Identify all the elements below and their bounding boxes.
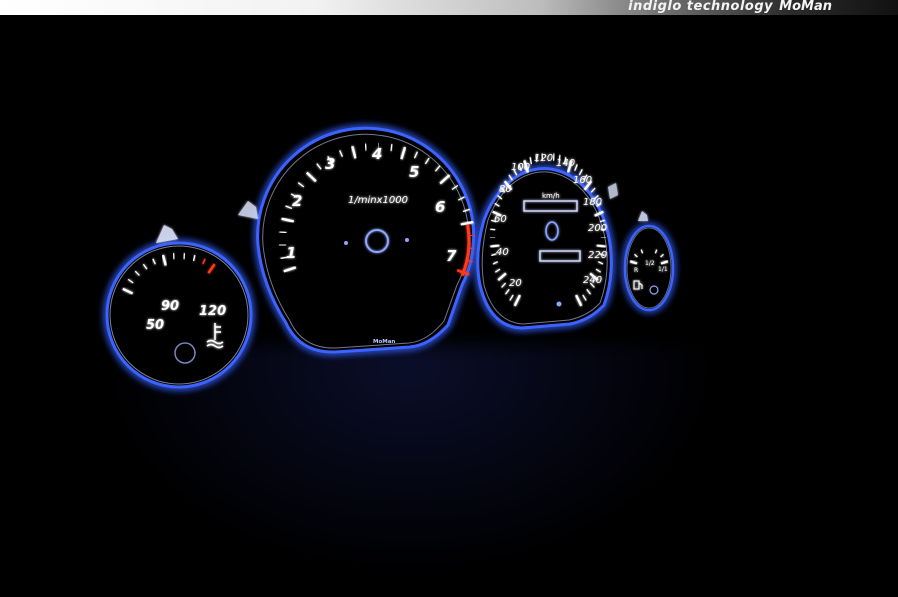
temp-tick xyxy=(183,253,186,260)
tachometer-unit: 1/minx1000 xyxy=(348,195,408,206)
speed-label-40: 40 xyxy=(496,247,509,258)
tachometer-tab xyxy=(238,201,258,219)
tachometer-label-2: 2 xyxy=(292,192,302,210)
speed-label-220: 220 xyxy=(588,250,607,261)
speed-label-200: 200 xyxy=(588,223,607,234)
speed-label-100: 100 xyxy=(511,162,530,173)
speed-label-60: 60 xyxy=(494,214,507,225)
top-banner: indiglo technology MoMan xyxy=(0,0,898,15)
speed-label-180: 180 xyxy=(583,197,602,208)
speed-tick xyxy=(596,244,606,248)
temperature-gauge-tab xyxy=(156,225,178,243)
speed-label-240: 240 xyxy=(583,275,602,286)
speedometer-unit: km/h xyxy=(542,192,560,200)
fuel-label-half: 1/2 xyxy=(645,260,655,267)
fuel-gauge-tab xyxy=(638,211,648,221)
speed-label-20: 20 xyxy=(509,278,522,289)
speed-label-120: 120 xyxy=(534,153,553,164)
tach-tick xyxy=(364,143,367,151)
speed-tick xyxy=(590,187,596,193)
fuel-gauge: R 1/2 1/1 xyxy=(623,211,675,312)
temperature-label-50: 50 xyxy=(146,318,164,333)
instrument-cluster-scene: 50 90 120 1 2 3 4 5 6 7 1/minx1000 MoMan… xyxy=(0,15,898,597)
brand-text: indiglo technology MoMan xyxy=(628,0,832,14)
tachometer-label-7: 7 xyxy=(446,247,457,265)
tachometer-label-1: 1 xyxy=(286,244,296,262)
brand-name: MoMan xyxy=(779,0,832,14)
speedometer: 20 40 60 80 100 120 140 160 180 200 220 … xyxy=(476,153,618,330)
temperature-label-120: 120 xyxy=(199,304,226,319)
tachometer-maker-logo: MoMan xyxy=(373,339,395,345)
temp-tick xyxy=(172,253,175,260)
tachometer-label-6: 6 xyxy=(435,198,445,216)
tachometer-label-3: 3 xyxy=(325,155,335,173)
temperature-gauge-bezel xyxy=(105,241,253,389)
temperature-gauge: 50 90 120 xyxy=(105,225,253,389)
speed-tick xyxy=(552,153,555,161)
fuel-label-reserve: R xyxy=(634,267,638,274)
tagline: indiglo technology xyxy=(628,0,774,14)
speed-tick xyxy=(490,228,496,231)
temperature-label-90: 90 xyxy=(161,299,179,314)
speed-tick xyxy=(529,157,533,165)
tachometer-label-4: 4 xyxy=(371,145,382,163)
tach-tick xyxy=(279,231,287,234)
tachometer: 1 2 3 4 5 6 7 1/minx1000 MoMan xyxy=(238,126,476,354)
fuel-label-full: 1/1 xyxy=(658,266,668,273)
speedometer-tab xyxy=(608,183,618,199)
instrument-cluster: 50 90 120 1 2 3 4 5 6 7 1/minx1000 MoMan… xyxy=(105,126,675,389)
speed-label-80: 80 xyxy=(499,184,512,195)
speed-label-160: 160 xyxy=(573,175,592,186)
tachometer-label-5: 5 xyxy=(409,163,419,181)
speed-label-140: 140 xyxy=(556,158,575,169)
